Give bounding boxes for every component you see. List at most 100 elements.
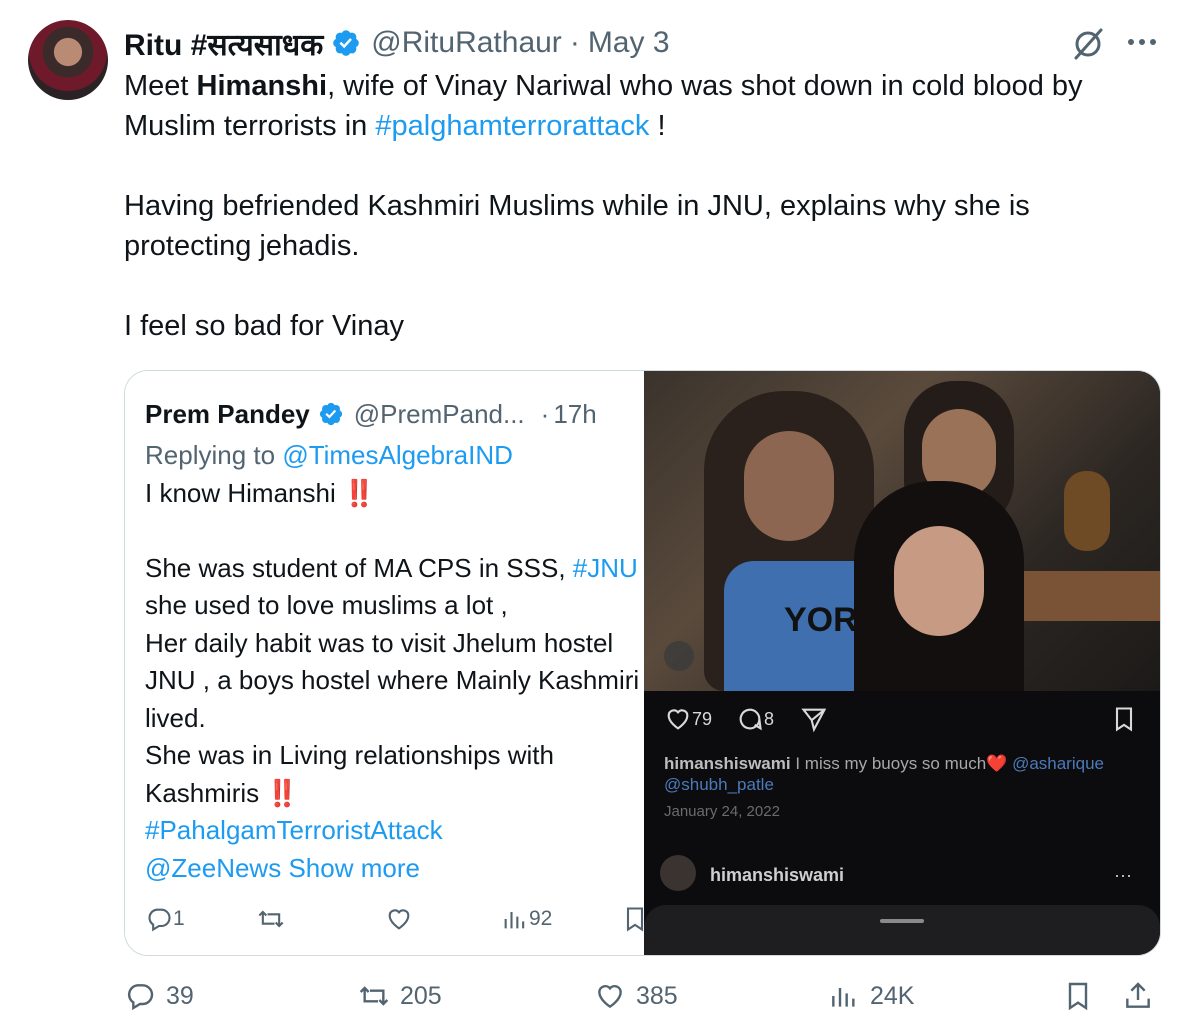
quoted-header: Prem Pandey @PremPand... · 17h	[145, 397, 597, 431]
text-span: Meet	[124, 70, 197, 102]
instagram-date: January 24, 2022	[664, 803, 780, 820]
bookmark-button[interactable]	[1062, 980, 1104, 1012]
more-icon[interactable]	[1124, 30, 1160, 54]
verified-badge-icon	[319, 402, 342, 426]
quoted-reply: 1	[145, 905, 185, 933]
hashtag-link[interactable]: #palghamterrorattack	[375, 110, 649, 142]
heart-icon	[388, 909, 410, 930]
tweet-paragraph-3: I feel so bad for Vinay	[124, 310, 404, 342]
reply-button[interactable]: 39	[124, 980, 194, 1012]
like-count: 385	[636, 981, 678, 1010]
author-avatar[interactable]	[28, 20, 108, 100]
mention-text: @ZeeNews	[145, 852, 282, 883]
verified-badge-icon	[333, 30, 360, 56]
quoted-mention-line: @ZeeNews Show more	[145, 850, 644, 888]
separator-dot: ·	[569, 26, 580, 59]
text-span: !	[649, 110, 666, 142]
views-count: 24K	[870, 981, 915, 1010]
quoted-line: I know Himanshi ‼️	[145, 475, 644, 513]
show-more-text: Show more	[281, 852, 420, 883]
quoted-like	[385, 905, 413, 933]
quoted-text: Replying to @TimesAlgebraIND I know Hima…	[145, 437, 644, 887]
like-button[interactable]: 385	[594, 980, 678, 1012]
hashtag-text: #JNU	[572, 552, 638, 583]
quoted-views-count: 92	[529, 907, 553, 930]
repost-count: 205	[400, 981, 442, 1010]
author-handle[interactable]: @RituRathaur	[371, 26, 562, 60]
quoted-repost	[257, 905, 285, 933]
caption-tag: @shubh_patle	[664, 775, 774, 794]
more-icon: ···	[1114, 865, 1132, 885]
quoted-line: Kashmiris ‼️	[145, 775, 644, 813]
text-span: Kashmiris	[145, 777, 267, 808]
replying-to-line: Replying to @TimesAlgebraIND	[145, 437, 644, 475]
comment-icon	[739, 708, 762, 731]
quoted-actions: 1 92	[145, 905, 644, 937]
sheet-handle	[880, 919, 924, 923]
quoted-time: 17h	[553, 398, 597, 429]
send-icon	[801, 708, 827, 733]
tweet-paragraph-1: Meet Himanshi, wife of Vinay Nariwal who…	[124, 66, 1164, 146]
author-name[interactable]: Ritu #सत्यसाधक	[124, 23, 323, 64]
tweet-date[interactable]: May 3	[588, 26, 670, 60]
share-button[interactable]	[1122, 980, 1164, 1012]
quoted-views: 92	[501, 905, 552, 933]
shelf-shape	[1004, 571, 1160, 621]
quoted-tweet-image[interactable]: Prem Pandey @PremPand... · 17h Replying …	[125, 371, 644, 955]
tweet-text: Meet Himanshi, wife of Vinay Nariwal who…	[124, 66, 1164, 346]
quoted-line: lived.	[145, 702, 206, 733]
instagram-like-count: 79	[692, 708, 713, 729]
instagram-like: 79	[664, 705, 712, 733]
repost-icon	[258, 910, 284, 928]
text-span: She was student of MA CPS in SSS,	[145, 552, 573, 583]
instagram-caption: himanshiswami I miss my buoys so much❤️ …	[664, 753, 1144, 795]
instagram-comment-count: 8	[764, 708, 775, 729]
bookmark-icon	[626, 907, 644, 932]
group-photo: YORK	[644, 371, 1160, 691]
caption-username: himanshiswami	[664, 754, 791, 773]
tweet-actions: 39 205 385 24K	[124, 980, 1164, 1022]
instagram-actions: 79 8	[664, 705, 1144, 739]
instagram-comment: 8	[736, 705, 774, 733]
views-button[interactable]: 24K	[828, 980, 914, 1012]
quoted-hashtag-line: #PahalgamTerroristAttack	[145, 815, 443, 845]
media-card[interactable]: Prem Pandey @PremPand... · 17h Replying …	[124, 370, 1161, 956]
bottom-sheet	[644, 905, 1160, 955]
views-icon	[504, 912, 525, 929]
reply-icon	[148, 908, 171, 932]
repost-button[interactable]: 205	[358, 980, 442, 1012]
quoted-author-name: Prem Pandey	[145, 398, 310, 429]
bookmark-icon	[1068, 982, 1088, 1011]
quoted-line: Her daily habit was to visit Jhelum host…	[145, 627, 614, 658]
grok-icon[interactable]	[1070, 26, 1106, 62]
caption-text: I miss my buoys so much❤️	[790, 754, 1013, 773]
quoted-line: She was student of MA CPS in SSS, #JNU	[145, 550, 644, 588]
quoted-line: She was in Living relationships with	[145, 740, 554, 770]
tweet-header: Ritu #सत्यसाधक @RituRathaur · May 3	[124, 24, 670, 62]
bookmark-icon	[1115, 707, 1133, 732]
quoted-bookmark	[621, 905, 644, 933]
separator-dot: ·	[540, 398, 550, 429]
tagged-people-icon	[664, 641, 694, 671]
quoted-line: JNU , a boys hostel where Mainly Kashmir…	[145, 665, 640, 695]
bold-name: Himanshi	[196, 70, 328, 102]
replying-mention: @TimesAlgebraIND	[282, 440, 513, 470]
double-exclamation-icon: ‼️	[266, 777, 299, 808]
person-shape	[854, 481, 1024, 691]
heart-icon	[598, 984, 622, 1009]
caption-tag: @asharique	[1012, 754, 1104, 773]
instagram-post-image[interactable]: YORK 79 8 himanshiswami I miss my buoys …	[644, 371, 1160, 955]
share-icon	[1126, 982, 1150, 1008]
reply-icon	[127, 984, 154, 1011]
repost-icon	[359, 986, 389, 1006]
views-icon	[832, 988, 855, 1007]
avatar	[660, 855, 696, 891]
heart-icon	[667, 709, 689, 730]
reply-count: 39	[166, 981, 194, 1010]
instagram-footer-username: himanshiswami	[710, 865, 845, 885]
instagram-share	[800, 705, 828, 733]
quoted-reply-count: 1	[173, 907, 185, 930]
instagram-save	[1110, 705, 1138, 733]
text-span: I know Himanshi	[145, 477, 343, 508]
replying-prefix: Replying to	[145, 440, 283, 470]
